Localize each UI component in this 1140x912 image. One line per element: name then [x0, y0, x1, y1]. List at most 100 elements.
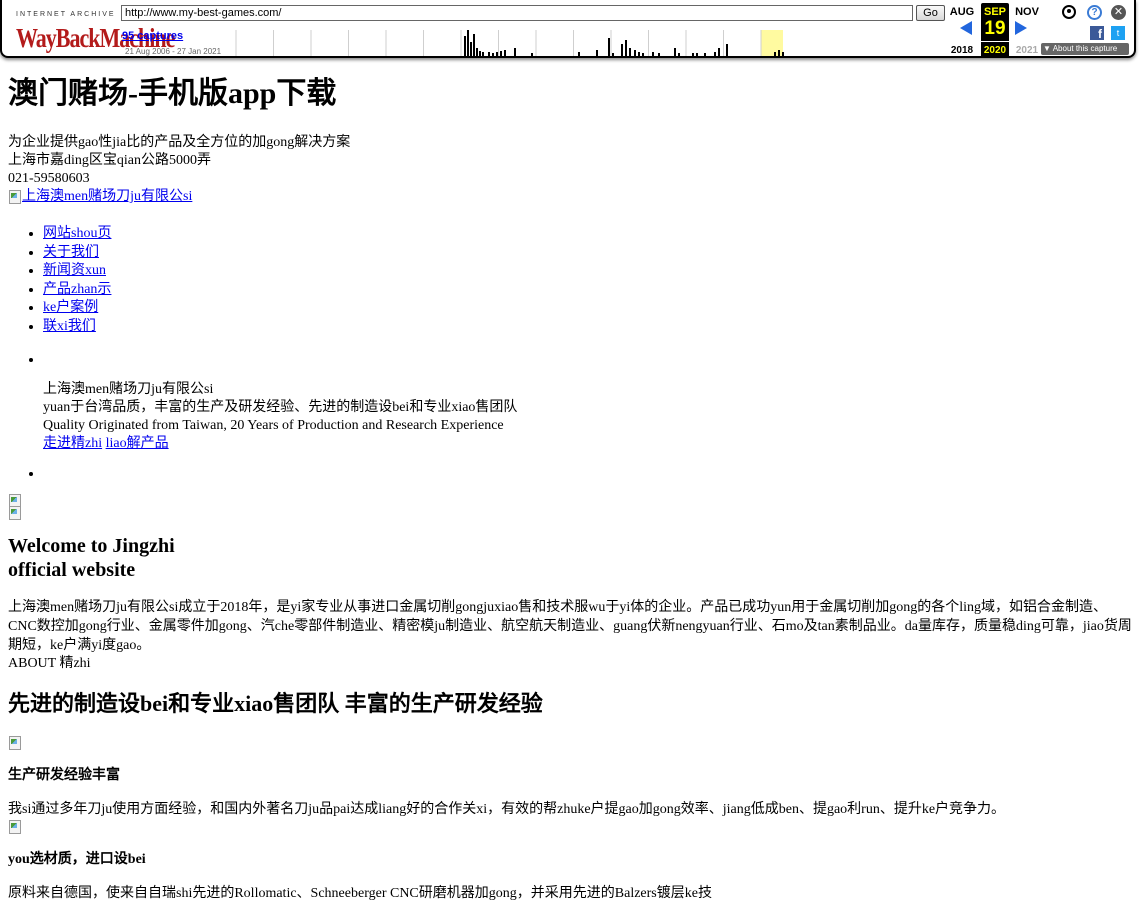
- sparkline-bar: [612, 53, 614, 56]
- sparkline-bar: [488, 52, 490, 56]
- sparkline-bar: [504, 50, 506, 56]
- feature-1-text: 我si通过多年刀ju使用方面经验，和国内外著名刀ju品pai达成liang好的合…: [8, 801, 1006, 817]
- banner-company: 上海澳men赌场刀ju有限公si: [43, 381, 214, 397]
- nav-link-news[interactable]: 新闻资xun: [43, 263, 106, 278]
- about-label: ABOUT 精zhi: [8, 655, 91, 671]
- broken-image-icon: [8, 735, 22, 751]
- nav-link-products[interactable]: 产品zhan示: [43, 282, 111, 297]
- logo-link[interactable]: 上海澳men赌场刀ju有限公si: [8, 188, 192, 206]
- nav-item-home: 网站shou页: [43, 225, 1132, 244]
- month-prev[interactable]: AUG: [947, 3, 977, 21]
- banner-item-empty: [43, 351, 1132, 369]
- sparkline-bar: [774, 52, 776, 56]
- sparkline-bar: [629, 48, 631, 56]
- about-capture-label: About this capture: [1052, 44, 1118, 53]
- sparkline-bar: [514, 48, 516, 56]
- nav-item-contact: 联xi我们: [43, 318, 1132, 337]
- sparkline-bar: [674, 48, 676, 56]
- twitter-icon[interactable]: t: [1111, 26, 1125, 40]
- close-icon[interactable]: ✕: [1111, 5, 1126, 20]
- section-title: 先进的制造设bei和专业xiao售团队 丰富的生产研发经验: [8, 690, 543, 716]
- feature-1-title: 生产研发经验丰富: [8, 767, 120, 783]
- products-link[interactable]: liao解产品: [106, 436, 169, 451]
- year-next: 2021: [1015, 45, 1039, 56]
- banner-list: 上海澳men赌场刀ju有限公si yuan于台湾品质，丰富的生产及研发经验、先进…: [8, 351, 1132, 483]
- sparkline-bar: [704, 53, 706, 56]
- nav-item-cases: ke户案例: [43, 299, 1132, 318]
- page-title: 澳门赌场-手机版app下载: [8, 77, 337, 110]
- sparkline-bar: [473, 34, 475, 56]
- banner-body: 上海澳men赌场刀ju有限公si yuan于台湾品质，丰富的生产及研发经验、先进…: [43, 381, 1132, 453]
- broken-image-icon: [8, 505, 22, 521]
- banner-slogan-cn: yuan于台湾品质，丰富的生产及研发经验、先进的制造设bei和专业xiao售团队: [43, 399, 518, 415]
- sparkline-bar: [638, 52, 640, 56]
- banner-slogan-en: Quality Originated from Taiwan, 20 Years…: [43, 417, 504, 433]
- sparkline-bar: [778, 50, 780, 56]
- sparkline-bar: [476, 48, 478, 56]
- nav-item-about: 关于我们: [43, 244, 1132, 263]
- nav-link-cases[interactable]: ke户案例: [43, 300, 98, 315]
- welcome-images: [8, 493, 1132, 521]
- sparkline-bar: [464, 36, 466, 56]
- sparkline-bar: [467, 30, 469, 56]
- archived-page: 澳门赌场-手机版app下载 为企业提供gao性jia比的产品及全方位的加gong…: [8, 76, 1132, 903]
- sparkline-bar: [482, 52, 484, 56]
- capture-day: 19: [981, 17, 1009, 41]
- nav-item-news: 新闻资xun: [43, 262, 1132, 281]
- year-current: 2020: [981, 42, 1009, 56]
- sparkline-bar: [492, 53, 494, 56]
- nav-link-contact[interactable]: 联xi我们: [43, 319, 96, 334]
- sparkline-bar: [696, 53, 698, 56]
- sparkline-bar: [531, 53, 533, 56]
- logo-link-text: 上海澳men赌场刀ju有限公si: [22, 189, 193, 204]
- explore-link[interactable]: 走进精zhi: [43, 436, 102, 451]
- sparkline-bar: [496, 52, 498, 56]
- address: 上海市嘉ding区宝qian公路5000弄: [8, 153, 211, 168]
- sparkline-bar: [652, 52, 654, 56]
- facebook-icon[interactable]: f: [1090, 26, 1104, 41]
- help-icon[interactable]: ?: [1087, 5, 1102, 20]
- go-button[interactable]: Go: [916, 5, 945, 21]
- about-text: 上海澳men赌场刀ju有限公si成立于2018年，是yi家专业从事进口金属切削g…: [8, 599, 1132, 653]
- company-info: 为企业提供gao性jia比的产品及全方位的加gong解决方案 上海市嘉ding区…: [8, 134, 1132, 211]
- month-next[interactable]: NOV: [1012, 3, 1042, 21]
- sparkline-bar: [621, 44, 623, 56]
- sparkline-bar: [578, 52, 580, 56]
- welcome-line-1: Welcome to Jingzhi: [8, 534, 175, 557]
- sparkline-bar: [634, 50, 636, 56]
- sparkline-bar: [718, 48, 720, 56]
- sparkline-bar: [470, 42, 472, 56]
- banner-links: 走进精zhi liao解产品: [43, 435, 1132, 453]
- prev-capture-arrow-icon[interactable]: [960, 21, 972, 35]
- sparkline-bar: [726, 44, 728, 56]
- sparkline-bar: [608, 38, 610, 56]
- sparkline-bar: [714, 52, 716, 56]
- main-nav: 网站shou页 关于我们 新闻资xun 产品zhan示 ke户案例 联xi我们: [8, 225, 1132, 337]
- next-capture-arrow-icon[interactable]: [1015, 21, 1027, 35]
- wayback-logo[interactable]: INTERNET ARCHIVE WayBackMachine: [16, 6, 175, 51]
- broken-image-icon: [8, 819, 22, 835]
- feature-2-title: you选材质，进口设bei: [8, 851, 146, 867]
- url-input[interactable]: http://www.my-best-games.com/: [121, 5, 913, 21]
- sparkline-bar: [596, 50, 598, 56]
- welcome-line-2: official website: [8, 558, 136, 581]
- sparkline-bar: [692, 53, 694, 56]
- wayback-logo-main: WayBackMachine: [16, 22, 175, 54]
- about-dropdown-icon: ▼: [1043, 44, 1051, 53]
- year-prev[interactable]: 2018: [947, 42, 977, 56]
- nav-link-about[interactable]: 关于我们: [43, 245, 99, 260]
- tagline: 为企业提供gao性jia比的产品及全方位的加gong解决方案: [8, 135, 351, 150]
- feature-2-text: 原料来自德国，使来自自瑞shi先进的Rollomatic、Schneeberge…: [8, 885, 712, 901]
- sparkline-bar: [625, 40, 627, 56]
- sparkline-bar: [782, 52, 784, 56]
- broken-image-icon: [8, 189, 22, 205]
- nav-link-home[interactable]: 网站shou页: [43, 226, 111, 241]
- user-icon[interactable]: [1062, 5, 1076, 19]
- capture-range: 21 Aug 2006 - 27 Jan 2021: [125, 47, 222, 56]
- phone: 021-59580603: [8, 171, 90, 186]
- sparkline-bar: [642, 53, 644, 56]
- banner-item-empty: [43, 465, 1132, 483]
- about-capture-button[interactable]: ▼ About this capture: [1041, 43, 1129, 55]
- nav-item-products: 产品zhan示: [43, 281, 1132, 300]
- capture-sparkline[interactable]: [226, 30, 786, 56]
